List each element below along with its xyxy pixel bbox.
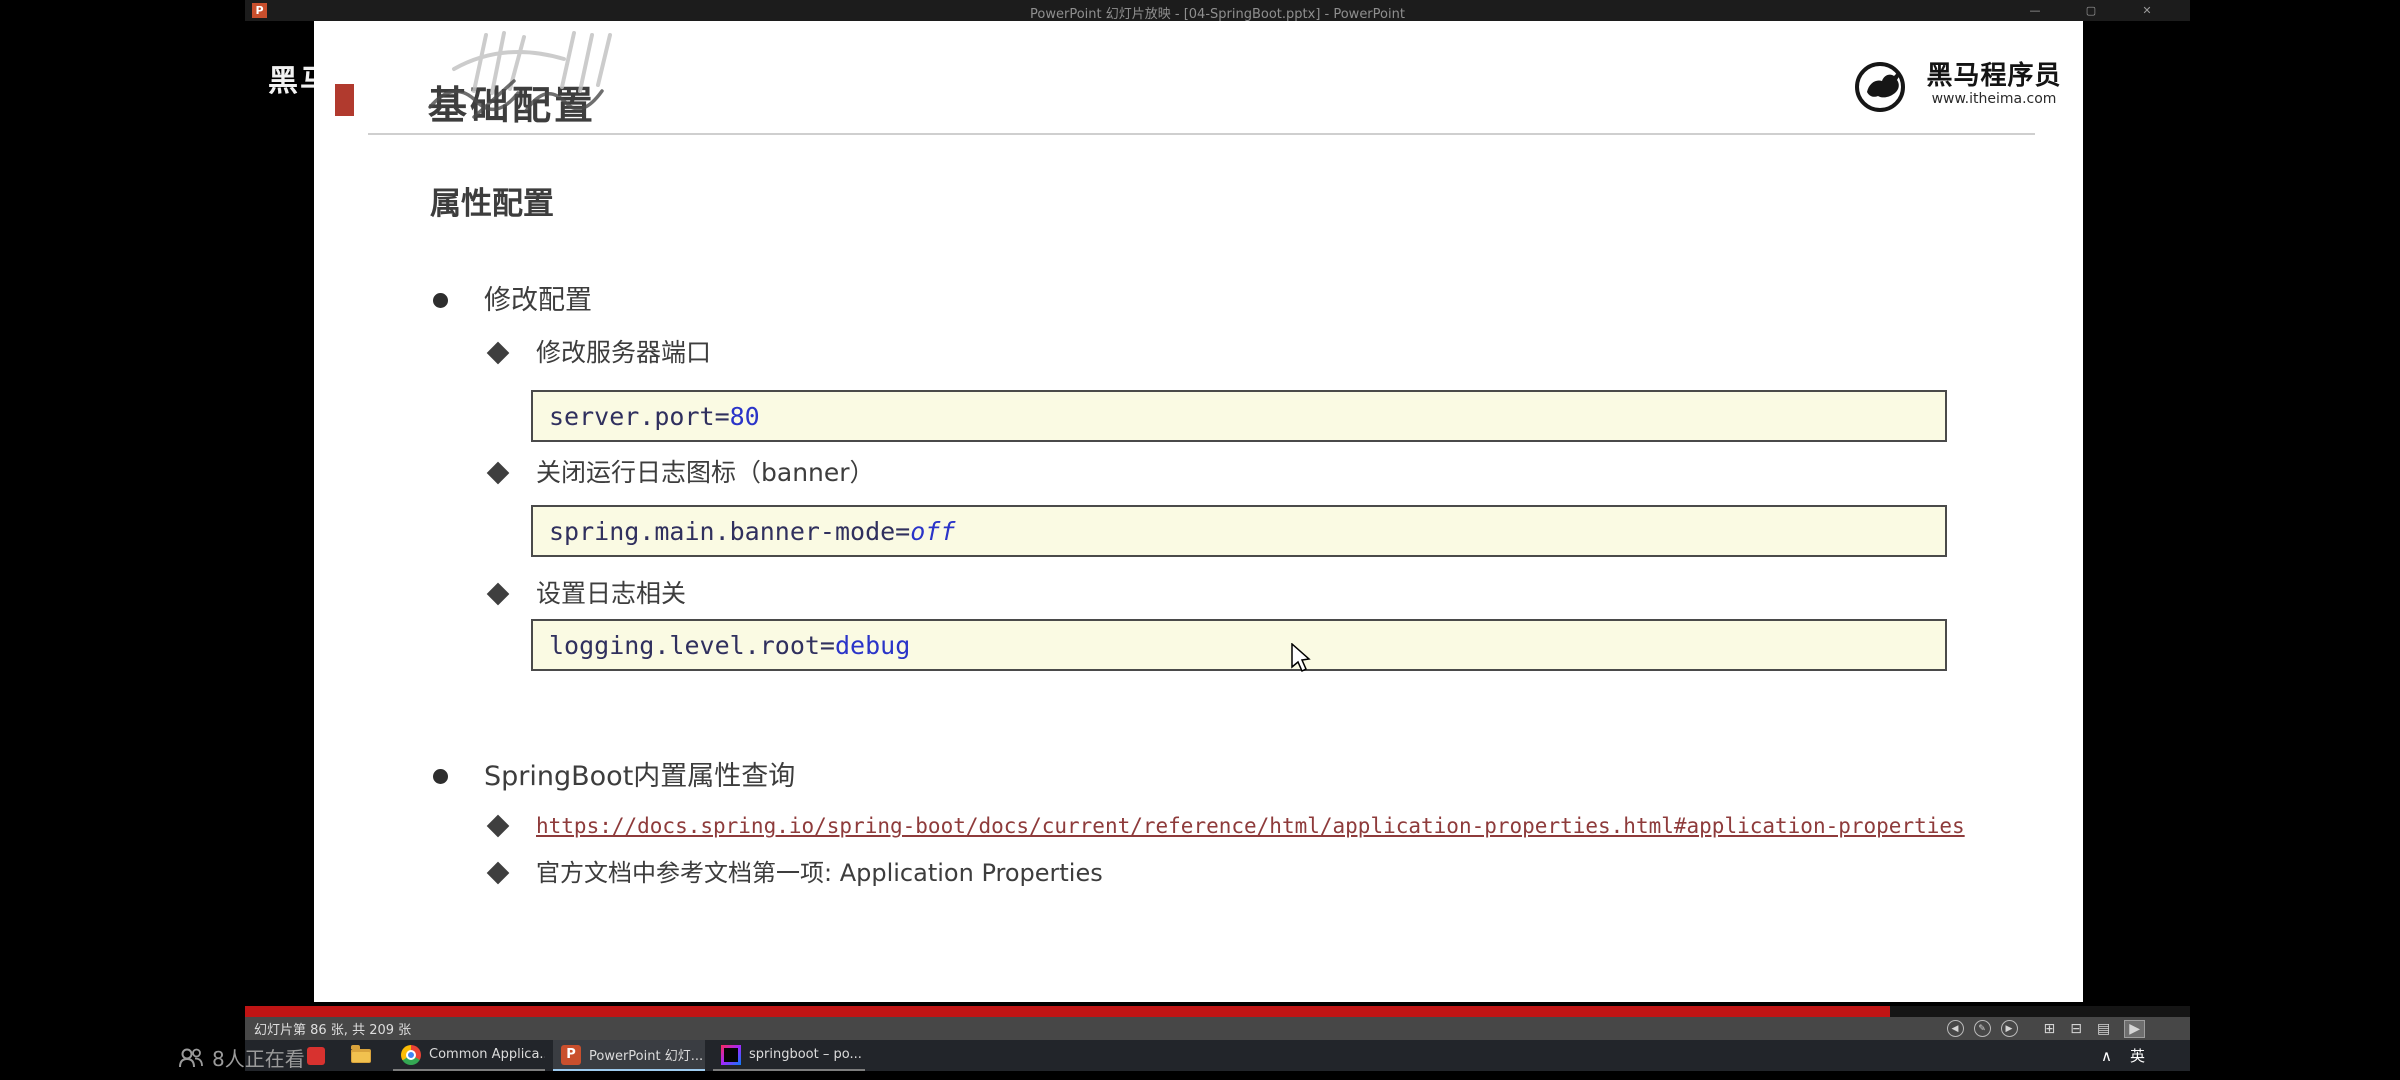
code-snippet: spring.main.banner-mode= off <box>531 505 1947 557</box>
next-slide-button[interactable]: ▶ <box>2000 1020 2018 1037</box>
minimize-button[interactable]: — <box>2022 4 2048 17</box>
viewers-count: 8人正在看 <box>212 1047 305 1071</box>
ime-indicator[interactable]: 英 <box>2130 1045 2145 1066</box>
chrome-icon <box>401 1044 421 1065</box>
bullet-icon <box>433 293 448 308</box>
taskbar: Common Applica... P PowerPoint 幻灯... spr… <box>245 1040 2190 1071</box>
diamond-bullet-icon <box>486 814 510 838</box>
normal-view-button[interactable]: ⊞ <box>2044 1021 2056 1037</box>
taskbar-app-powerpoint[interactable]: P PowerPoint 幻灯... <box>553 1040 705 1071</box>
slide-counter: 幻灯片第 86 张, 共 209 张 <box>254 1023 412 1038</box>
code-key: server.port= <box>549 401 730 431</box>
doc-note: 官方文档中参考文档第一项: Application Properties <box>536 859 1103 887</box>
tray-chevron-icon[interactable]: ∧ <box>2101 1047 2112 1065</box>
section1-heading: 修改配置 <box>484 285 592 316</box>
mouse-cursor <box>1291 643 1311 673</box>
item-label: 设置日志相关 <box>536 579 687 608</box>
powerpoint-icon: P <box>561 1044 581 1065</box>
itheima-logo: 黑马程序员 www.itheima.com <box>1854 61 2074 113</box>
pen-tool-button[interactable]: ✎ <box>1973 1020 1991 1037</box>
code-value: 80 <box>729 401 760 431</box>
slide-canvas: 基础配置 黑马程序员 www.itheima.com 属性配置 修改配置 修改服… <box>314 21 2083 1002</box>
spring-docs-link[interactable]: https://docs.spring.io/spring-boot/docs/… <box>536 812 1965 840</box>
taskbar-app-label: Common Applica... <box>429 1047 545 1062</box>
diamond-bullet-icon <box>486 582 510 606</box>
taskbar-app-label: PowerPoint 幻灯... <box>589 1049 704 1064</box>
slide-subtitle: 属性配置 <box>430 186 554 222</box>
slideshow-view-button[interactable]: ▶ <box>2124 1019 2145 1038</box>
window-title: PowerPoint 幻灯片放映 - [04-SpringBoot.pptx] … <box>1030 7 1405 22</box>
code-key: spring.main.banner-mode= <box>549 516 911 546</box>
item-label: 关闭运行日志图标（banner） <box>536 458 875 487</box>
red-app-icon[interactable] <box>307 1046 325 1065</box>
close-button[interactable]: ✕ <box>2134 4 2160 17</box>
slide-sorter-view-button[interactable]: ⊟ <box>2070 1021 2082 1037</box>
file-explorer-icon[interactable] <box>351 1044 371 1063</box>
viewers-icon <box>179 1048 203 1067</box>
taskbar-app-label: springboot – po... <box>749 1047 862 1062</box>
code-value: debug <box>834 630 911 660</box>
statusbar: 幻灯片第 86 张, 共 209 张 ◀ ✎ ▶ ⊞ ⊟ ▤ ▶ <box>245 1017 2190 1040</box>
section2-heading: SpringBoot内置属性查询 <box>484 761 796 792</box>
viewers-overlay: 8人正在看 <box>178 1043 305 1072</box>
code-value: off <box>910 516 956 546</box>
item-label: 修改服务器端口 <box>536 338 712 367</box>
brand-site: www.itheima.com <box>1931 91 2057 107</box>
code-snippet: server.port= 80 <box>531 390 1947 442</box>
diamond-bullet-icon <box>486 461 510 485</box>
intellij-icon <box>721 1044 741 1065</box>
recorded-screen: P PowerPoint 幻灯片放映 - [04-SpringBoot.pptx… <box>245 0 2190 1071</box>
slideshow-progress-track <box>245 1006 2190 1017</box>
reading-view-button[interactable]: ▤ <box>2097 1021 2110 1037</box>
itheima-logo-icon <box>1855 62 1905 112</box>
brand-name: 黑马程序员 <box>1926 61 2062 91</box>
code-key: logging.level.root= <box>549 630 835 660</box>
previous-slide-button[interactable]: ◀ <box>1946 1020 1964 1037</box>
taskbar-app-chrome[interactable]: Common Applica... <box>393 1040 545 1071</box>
restore-button[interactable]: ▢ <box>2078 4 2104 17</box>
taskbar-app-intellij[interactable]: springboot – po... <box>713 1040 865 1071</box>
slideshow-progress-fill <box>245 1006 1890 1017</box>
pen-annotations <box>428 31 612 119</box>
window-titlebar: P PowerPoint 幻灯片放映 - [04-SpringBoot.pptx… <box>245 0 2190 22</box>
diamond-bullet-icon <box>486 861 510 885</box>
bullet-icon <box>433 769 448 784</box>
code-snippet: logging.level.root= debug <box>531 619 1947 671</box>
diamond-bullet-icon <box>486 341 510 365</box>
